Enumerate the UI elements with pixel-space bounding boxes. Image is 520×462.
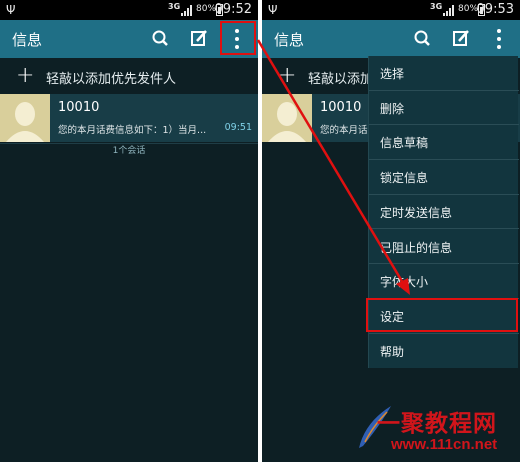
compose-icon[interactable] — [184, 20, 214, 58]
search-icon[interactable] — [408, 20, 438, 58]
battery-percent: 80% — [196, 4, 217, 14]
menu-item-lock[interactable]: 锁定信息 — [369, 160, 519, 195]
status-bar: Ψ 3G 80% 09:53 — [262, 0, 520, 20]
add-priority-sender[interactable]: + 轻敲以添加优先发件人 — [0, 58, 258, 94]
network-type: 3G — [168, 2, 181, 11]
menu-item-scheduled[interactable]: 定时发送信息 — [369, 195, 519, 230]
add-priority-label: 轻敲以添加优先发件人 — [46, 72, 177, 87]
status-bar: Ψ 3G 80% 09:52 — [0, 0, 258, 20]
signal-icon — [443, 5, 455, 16]
conversation-count: 1个会话 — [0, 143, 258, 158]
avatar — [0, 94, 50, 142]
watermark: 一聚教程网 www.111cn.net — [355, 398, 520, 462]
conversation-name: 10010 — [320, 100, 362, 115]
phone-screen-left: Ψ 3G 80% 09:52 信息 + 轻敲以添加优先发件人 10010 您的本… — [0, 0, 258, 462]
battery-percent: 80% — [458, 4, 479, 14]
clock: 09:52 — [214, 2, 252, 17]
menu-item-drafts[interactable]: 信息草稿 — [369, 125, 519, 161]
menu-item-font-size[interactable]: 字体大小 — [369, 264, 519, 299]
avatar — [262, 94, 312, 142]
conversation-snippet: 您的本月话费信息如下：1）当月... — [58, 125, 207, 136]
compose-icon[interactable] — [446, 20, 476, 58]
usb-icon: Ψ — [6, 3, 16, 17]
action-bar: 信息 — [262, 20, 520, 58]
conversation-time: 09:51 — [224, 122, 252, 133]
usb-icon: Ψ — [268, 3, 278, 17]
highlight-more-options — [220, 21, 256, 55]
more-options-icon[interactable] — [484, 20, 514, 58]
menu-item-help[interactable]: 帮助 — [369, 334, 519, 369]
menu-item-delete[interactable]: 删除 — [369, 91, 519, 126]
plus-icon: + — [278, 63, 297, 88]
network-type: 3G — [430, 2, 443, 11]
search-icon[interactable] — [146, 20, 176, 58]
page-title: 信息 — [274, 31, 305, 49]
watermark-url: www.111cn.net — [391, 436, 498, 453]
conversation-name: 10010 — [58, 100, 100, 115]
plus-icon: + — [16, 63, 35, 88]
page-title: 信息 — [12, 31, 43, 49]
watermark-title: 一聚教程网 — [377, 410, 497, 437]
menu-item-blocked[interactable]: 已阻止的信息 — [369, 230, 519, 265]
conversation-item[interactable]: 10010 您的本月话费信息如下：1）当月... 09:51 — [0, 94, 258, 142]
clock: 09:53 — [476, 2, 514, 17]
menu-item-select[interactable]: 选择 — [369, 56, 519, 91]
signal-icon — [181, 5, 193, 16]
phone-screen-right: Ψ 3G 80% 09:53 信息 + 轻敲以添加优先发件人 10010 您的本… — [262, 0, 520, 462]
highlight-settings — [366, 298, 518, 332]
